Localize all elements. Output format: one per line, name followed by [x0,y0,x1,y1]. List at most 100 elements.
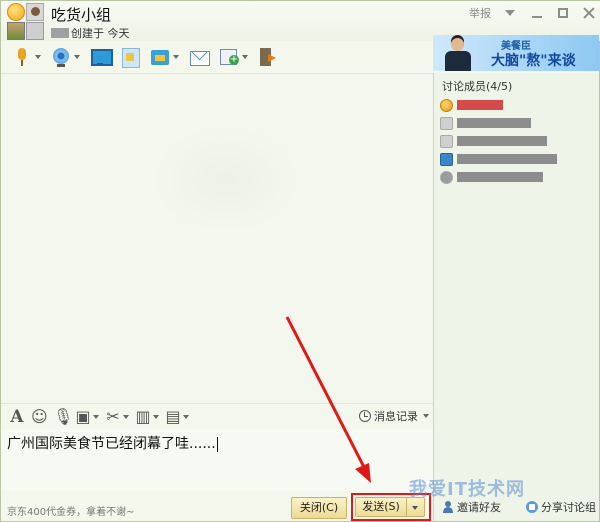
app-icon [120,47,140,68]
app-button[interactable] [117,44,143,70]
created-text: 创建于 今天 [71,27,130,40]
member-avatar-icon [440,134,453,148]
group-avatar[interactable] [7,3,45,41]
monitor-icon [90,47,113,67]
send-button[interactable]: 发送(S) [355,497,407,517]
redacted-creator [51,28,69,38]
smiley-icon: ☺ [31,406,48,426]
dropdown-arrow-icon[interactable] [153,414,159,419]
group-name[interactable]: 吃货小组 [51,4,111,25]
member-avatar-icon [440,116,453,130]
ad-slogan: 大脑"熬"来谈 [491,53,576,69]
more-tools-button[interactable]: ▤ [165,407,189,427]
image-button[interactable]: ▣ [75,407,99,427]
group-created-info: 创建于 今天 [51,25,130,41]
member-avatar-icon [7,3,25,21]
close-button[interactable]: 关闭(C) [291,497,347,519]
screen-share-button[interactable] [87,44,113,70]
member-avatar-icon [26,3,44,21]
clock-icon [359,410,371,422]
email-button[interactable] [186,44,212,70]
person-icon [442,501,454,513]
bar-chart-icon: ▥ [135,406,151,426]
redacted-member-name [457,118,531,128]
menu-dropdown-button[interactable] [505,7,517,19]
exit-group-button[interactable] [255,44,281,70]
member-avatar-icon [26,22,44,40]
image-icon: ▣ [75,406,91,426]
create-group-button[interactable] [216,44,251,70]
mail-icon [189,47,210,67]
message-input[interactable]: 广州国际美食节已经闭幕了哇...... [1,429,433,491]
promo-link[interactable]: 京东400代金券，拿着不谢~ [7,503,134,518]
invite-friends-button[interactable]: 邀请好友 [442,499,501,515]
input-text-container: 广州国际美食节已经闭幕了哇...... [7,433,218,453]
minimize-button[interactable] [531,7,543,19]
dropdown-arrow-icon[interactable] [93,414,99,419]
dropdown-arrow-icon[interactable] [123,414,129,419]
ad-person-image [443,37,473,71]
minimize-icon [532,16,542,18]
main-toolbar [1,41,433,73]
exit-door-icon [258,47,278,67]
member-avatar-icon [440,170,453,184]
emoji-button[interactable]: ☺ [31,406,48,427]
close-window-button[interactable] [583,7,595,19]
bottom-bar: 京东400代金券，拿着不谢~ 关闭(C) 发送(S) [1,491,433,522]
screenshot-button[interactable]: ✂ [105,407,129,427]
share-label: 分享讨论组 [541,501,596,514]
chart-button[interactable]: ▥ [135,407,159,427]
dropdown-arrow-icon[interactable] [74,55,80,59]
member-item[interactable] [440,97,503,113]
share-icon [526,501,538,513]
chevron-down-icon [505,10,515,16]
members-panel: 讨论成员(4/5) 邀请好友 分享讨论组 [433,73,599,521]
redacted-member-name [457,172,543,182]
member-item[interactable] [440,169,543,185]
font-button[interactable]: A [9,407,25,427]
message-history[interactable] [1,73,433,403]
share-group-button[interactable]: 分享讨论组 [526,499,596,515]
member-item[interactable] [440,133,547,149]
send-file-button[interactable] [147,44,182,70]
microphone-icon [12,47,32,67]
font-icon: A [10,406,24,427]
member-avatar-icon [440,152,453,166]
add-message-icon [219,47,239,67]
message-input-text: 广州国际美食节已经闭幕了哇...... [7,436,216,452]
member-item[interactable] [440,115,531,131]
maximize-icon [558,8,568,18]
text-caret [216,436,218,452]
ad-banner[interactable]: 美餐臣 大脑"熬"来谈 [433,35,599,71]
dropdown-arrow-icon[interactable] [183,414,189,419]
folder-icon [150,47,170,67]
voice-message-button[interactable]: 🎙 [53,406,74,427]
redacted-member-name [457,136,547,146]
redacted-member-name [457,154,557,164]
message-history-button[interactable]: 消息记录 [359,408,429,424]
invite-label: 邀请好友 [457,501,501,514]
dropdown-arrow-icon[interactable] [35,55,41,59]
redacted-member-name [457,100,503,110]
voice-call-button[interactable] [9,44,44,70]
video-call-button[interactable] [48,44,83,70]
member-avatar-icon [7,22,25,40]
members-title: 讨论成员(4/5) [442,80,513,93]
dropdown-arrow-icon[interactable] [173,55,179,59]
report-link[interactable]: 举报 [469,5,491,21]
chevron-down-icon [423,414,429,418]
gift-icon: ▤ [165,406,181,426]
microphone-icon: 🎙 [53,406,74,426]
webcam-icon [51,47,71,67]
site-watermark: 我爱IT技术网 [409,479,525,500]
window-controls: 举报 [469,5,595,21]
member-avatar-icon [440,98,453,112]
edit-toolbar: A ☺ 🎙 ▣ ✂ ▥ ▤ 消息记录 [1,403,433,429]
scissors-icon: ✂ [106,406,120,426]
dropdown-arrow-icon[interactable] [242,55,248,59]
chat-window: 吃货小组 创建于 今天 举报 + 美餐臣 大脑"熬"来谈 讨论成员(4/5) 邀… [0,0,600,522]
background-pattern [151,124,301,234]
member-item[interactable] [440,151,557,167]
maximize-button[interactable] [557,7,569,19]
history-label: 消息记录 [374,410,418,423]
